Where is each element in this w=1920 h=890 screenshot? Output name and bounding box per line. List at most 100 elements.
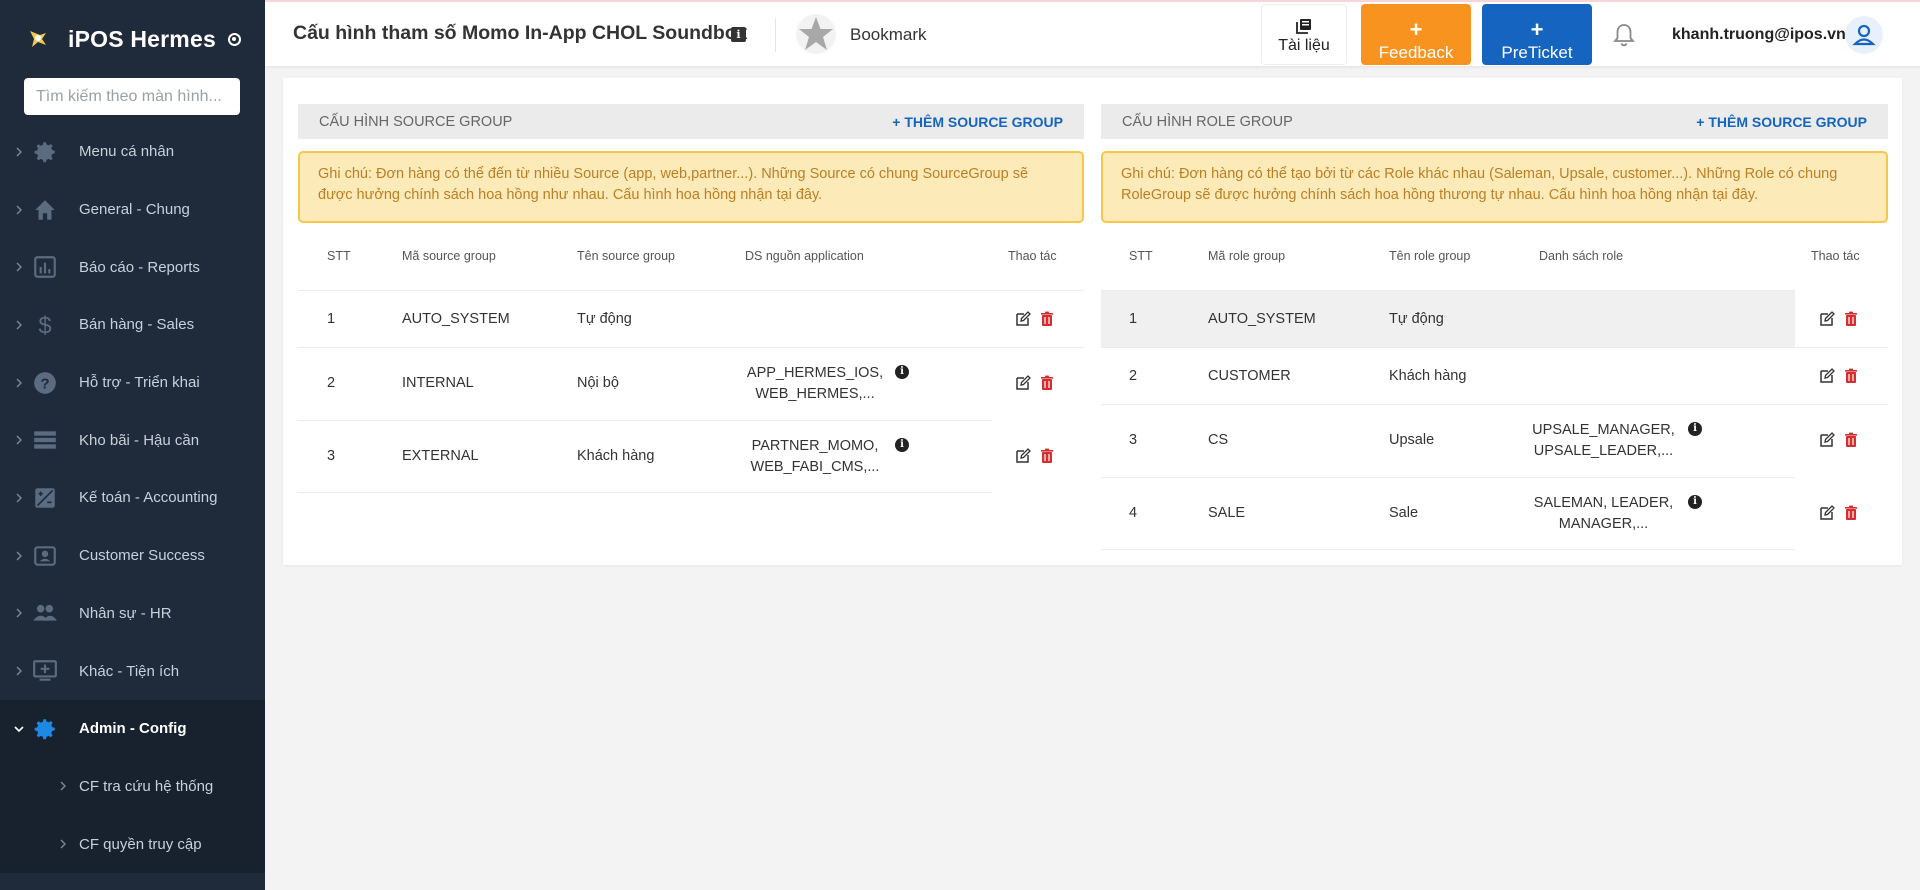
cell-name: Tự động xyxy=(1389,311,1444,327)
chevron-down-icon xyxy=(14,726,24,732)
page-title: Cấu hình tham số Momo In-App CHOL Soundb… xyxy=(293,22,748,44)
chevron-right-icon xyxy=(16,666,22,676)
panel-title: CẤU HÌNH ROLE GROUP xyxy=(1122,113,1293,130)
edit-icon[interactable] xyxy=(1015,375,1031,391)
col-header: Mã role group xyxy=(1208,249,1286,263)
panel-title: CẤU HÌNH SOURCE GROUP xyxy=(319,113,513,130)
chevron-right-icon xyxy=(16,551,22,561)
cell-stt: 2 xyxy=(327,375,336,391)
chevron-right-icon xyxy=(16,320,22,330)
info-icon[interactable]: i xyxy=(895,365,909,379)
edit-icon[interactable] xyxy=(1015,311,1031,327)
role-line: UPSALE_MANAGER, xyxy=(1532,422,1675,438)
sidebar-item-support[interactable]: ? Hỗ trợ - Triển khai xyxy=(0,354,265,412)
sidebar-subitem-cf-tra-cuu[interactable]: CF tra cứu hệ thống xyxy=(0,758,265,816)
table-row: 1 AUTO_SYSTEM Tự động xyxy=(298,290,1084,347)
star-icon[interactable] xyxy=(795,13,837,55)
col-header: Tên role group xyxy=(1389,249,1471,263)
sidebar-item-menu-ca-nhan[interactable]: Menu cá nhân xyxy=(0,123,265,181)
sidebar: iPOS Hermes Menu cá nhân General - Chung… xyxy=(0,0,265,890)
contact-card-icon xyxy=(34,545,56,566)
plus-icon: + xyxy=(1409,17,1423,42)
col-header: DS nguồn application xyxy=(745,249,864,263)
preticket-button[interactable]: + PreTicket xyxy=(1482,4,1592,65)
docs-button[interactable]: Tài liệu xyxy=(1261,4,1347,65)
sidebar-item-label: Kho bãi - Hậu cần xyxy=(79,431,200,449)
role-group-panel: CẤU HÌNH ROLE GROUP + THÊM SOURCE GROUP … xyxy=(1101,104,1888,550)
chevron-right-icon xyxy=(16,608,22,618)
sidebar-item-general[interactable]: General - Chung xyxy=(0,181,265,239)
user-email[interactable]: khanh.truong@ipos.vn xyxy=(1672,26,1846,44)
cell-code: AUTO_SYSTEM xyxy=(402,311,510,327)
edit-icon[interactable] xyxy=(1819,311,1835,327)
cell-stt: 3 xyxy=(327,448,336,464)
bell-icon[interactable] xyxy=(1611,22,1637,48)
delete-icon[interactable] xyxy=(1039,375,1055,391)
add-role-group-button[interactable]: + THÊM SOURCE GROUP xyxy=(1696,114,1867,130)
cell-code: SALE xyxy=(1208,505,1246,521)
sidebar-item-sales[interactable]: $ Bán hàng - Sales xyxy=(0,296,265,354)
cell-apps: APP_HERMES_IOS, WEB_HERMES,... xyxy=(745,363,885,405)
sidebar-subitem-cf-quyen[interactable]: CF quyền truy cập xyxy=(0,815,265,873)
delete-icon[interactable] xyxy=(1843,368,1859,384)
role-line: UPSALE_LEADER,... xyxy=(1533,443,1674,459)
sidebar-item-label: Customer Success xyxy=(79,547,205,565)
user-icon xyxy=(1852,24,1876,46)
info-icon[interactable]: i xyxy=(731,27,746,42)
hermes-logo-icon xyxy=(30,31,46,47)
panel-header: CẤU HÌNH ROLE GROUP + THÊM SOURCE GROUP xyxy=(1101,104,1888,139)
edit-icon[interactable] xyxy=(1819,368,1835,384)
add-source-group-button[interactable]: + THÊM SOURCE GROUP xyxy=(892,114,1063,130)
sidebar-item-label: General - Chung xyxy=(79,201,190,219)
documents-icon xyxy=(1296,19,1311,34)
sidebar-item-hr[interactable]: Nhân sự - HR xyxy=(0,585,265,643)
delete-icon[interactable] xyxy=(1843,311,1859,327)
delete-icon[interactable] xyxy=(1039,448,1055,464)
preticket-label: PreTicket xyxy=(1501,43,1573,62)
table-row: 3 EXTERNAL Khách hàng PARTNER_MOMO, WEB_… xyxy=(298,420,1053,493)
sidebar-item-admin-config[interactable]: Admin - Config xyxy=(0,699,265,758)
feedback-label: Feedback xyxy=(1378,43,1454,62)
admin-config-subnav: CF tra cứu hệ thống CF quyền truy cập xyxy=(0,757,265,873)
edit-icon[interactable] xyxy=(1819,505,1835,521)
edit-icon[interactable] xyxy=(1819,432,1835,448)
dollar-icon: $ xyxy=(38,313,51,338)
sidebar-item-other[interactable]: Khác - Tiện ích xyxy=(0,642,265,700)
sidebar-item-customer-success[interactable]: Customer Success xyxy=(0,527,265,585)
brand[interactable]: iPOS Hermes xyxy=(0,0,265,78)
col-header: Tên source group xyxy=(577,249,675,263)
delete-icon[interactable] xyxy=(1843,505,1859,521)
sidebar-item-reports[interactable]: Báo cáo - Reports xyxy=(0,238,265,296)
info-icon[interactable]: i xyxy=(1688,495,1702,509)
app-line: WEB_HERMES,... xyxy=(755,386,875,402)
table-row: 1 AUTO_SYSTEM Tự động xyxy=(1101,290,1857,347)
row-actions xyxy=(1819,368,1859,384)
avatar[interactable] xyxy=(1845,16,1883,54)
home-icon xyxy=(35,199,55,220)
sidebar-subitem-label: CF quyền truy cập xyxy=(79,835,202,853)
cell-name: Upsale xyxy=(1389,432,1435,448)
sidebar-nav: Menu cá nhân General - Chung Báo cáo - R… xyxy=(0,123,265,873)
report-chart-icon xyxy=(34,256,56,279)
cell-code: EXTERNAL xyxy=(402,448,479,464)
gear-icon xyxy=(34,718,55,740)
source-group-panel: CẤU HÌNH SOURCE GROUP + THÊM SOURCE GROU… xyxy=(298,104,1084,493)
radio-dot-icon[interactable] xyxy=(227,32,241,46)
delete-icon[interactable] xyxy=(1843,432,1859,448)
delete-icon[interactable] xyxy=(1039,311,1055,327)
bookmark-label[interactable]: Bookmark xyxy=(850,25,927,45)
col-header: STT xyxy=(327,249,351,263)
sidebar-item-accounting[interactable]: Kế toán - Accounting xyxy=(0,469,265,527)
info-icon[interactable]: i xyxy=(895,438,909,452)
row-actions xyxy=(1015,375,1055,391)
feedback-button[interactable]: + Feedback xyxy=(1361,4,1471,65)
sidebar-search-input[interactable] xyxy=(24,78,240,115)
sidebar-item-warehouse[interactable]: Kho bãi - Hậu cần xyxy=(0,411,265,469)
cell-roles: SALEMAN, LEADER, MANAGER,... xyxy=(1526,493,1681,535)
chevron-right-icon xyxy=(60,781,66,791)
edit-icon[interactable] xyxy=(1015,448,1031,464)
panel-header: CẤU HÌNH SOURCE GROUP + THÊM SOURCE GROU… xyxy=(298,104,1084,139)
info-icon[interactable]: i xyxy=(1688,422,1702,436)
storage-icon xyxy=(34,431,56,449)
cell-code: INTERNAL xyxy=(402,375,474,391)
